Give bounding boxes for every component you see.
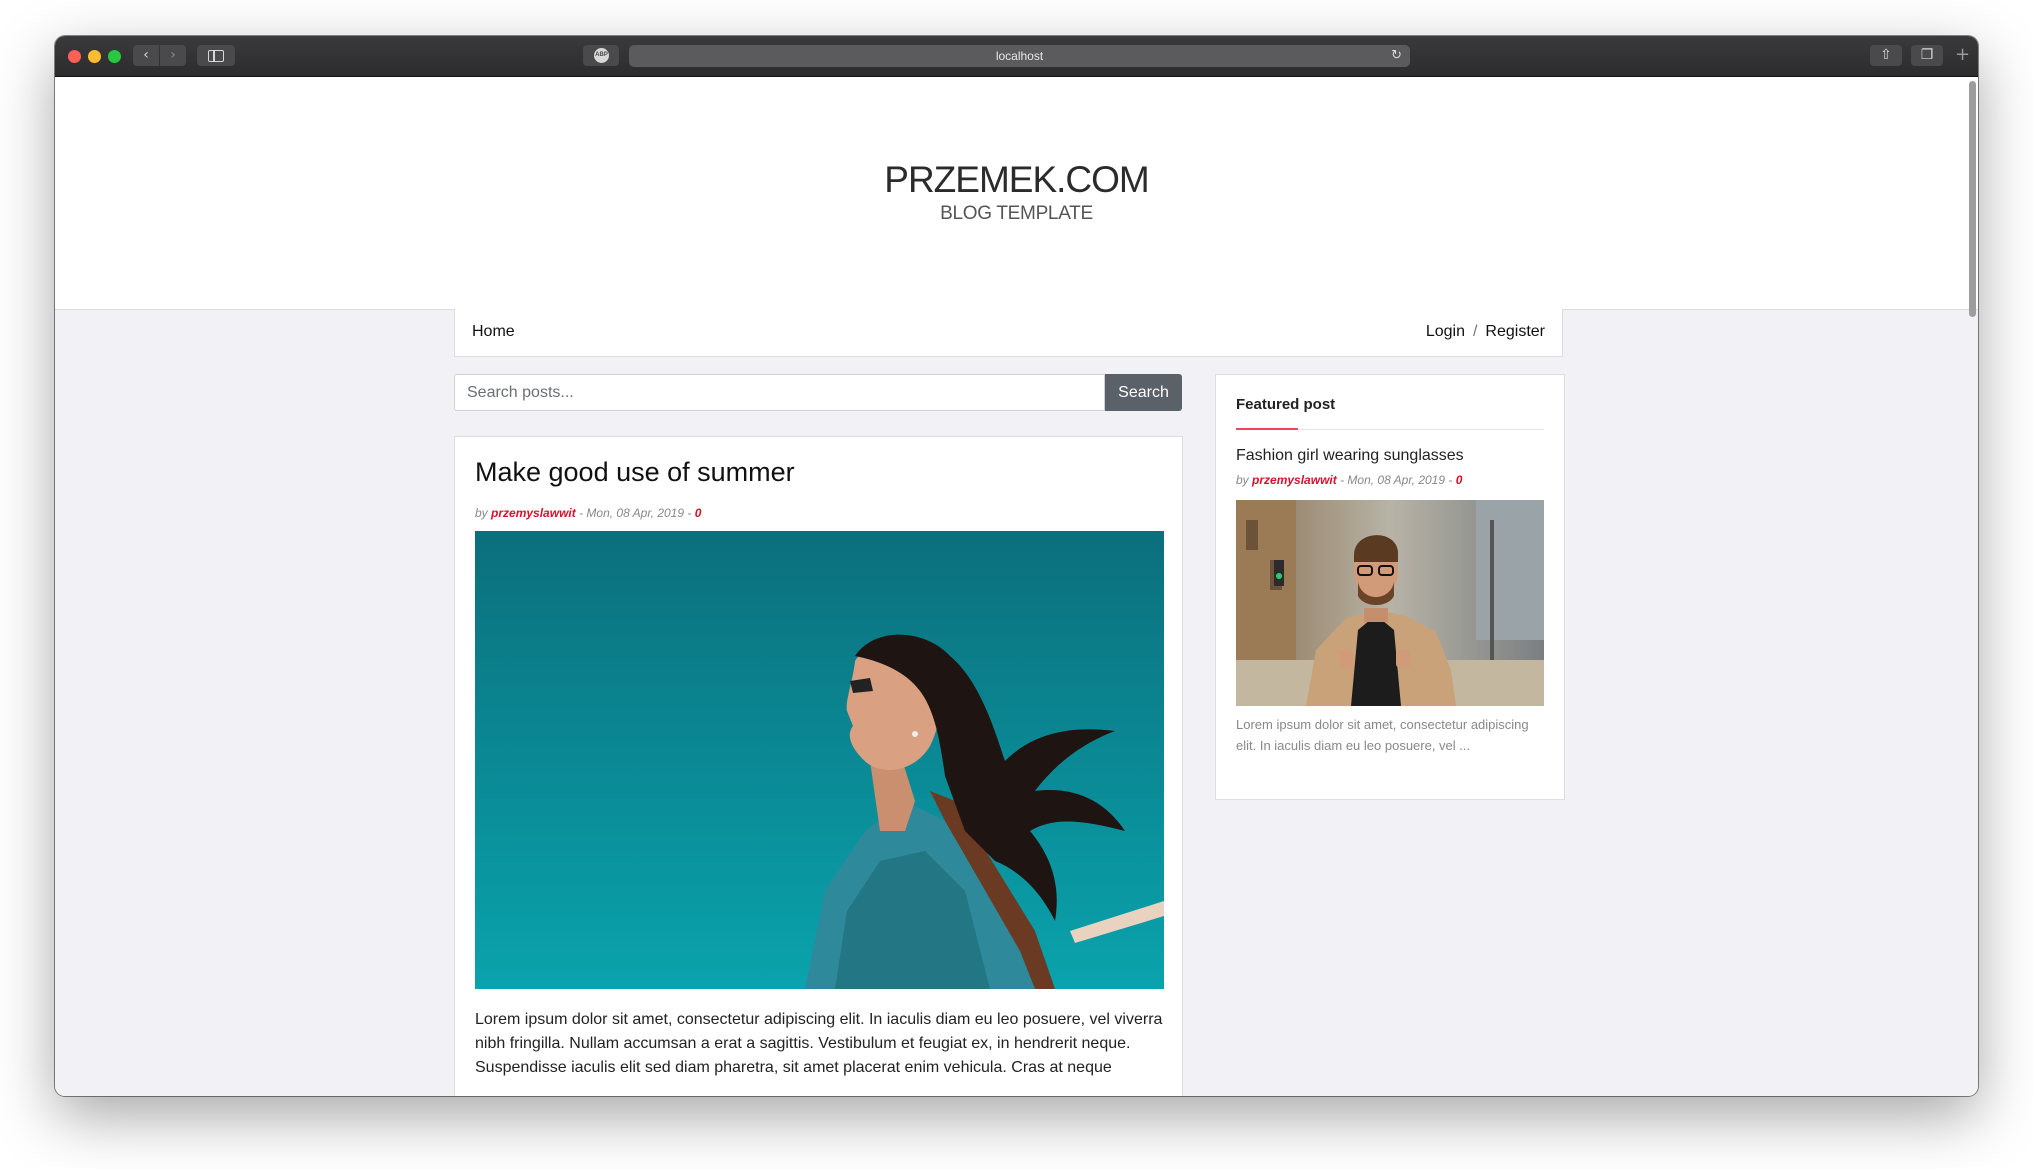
post-title[interactable]: Make good use of summer [475, 457, 795, 488]
post-card: Make good use of summer by przemyslawwit… [454, 436, 1183, 1096]
tabs-icon: ❐ [1920, 47, 1934, 63]
sidebar-toggle-button[interactable] [197, 45, 235, 66]
search-button[interactable]: Search [1105, 374, 1182, 411]
site-title[interactable]: PRZEMEK.COM [55, 159, 1978, 201]
browser-window: ‹ › ABP localhost ↻ ⇧ ❐ + PRZEMEK.COM BL… [55, 36, 1978, 1096]
chevron-right-icon: › [170, 47, 176, 63]
post-meta: by przemyslawwit - Mon, 08 Apr, 2019 - 0 [475, 506, 701, 520]
adblock-extension-button[interactable]: ABP [583, 45, 619, 66]
post-excerpt: Lorem ipsum dolor sit amet, consectetur … [475, 1011, 1163, 1076]
featured-author-link[interactable]: przemyslawwit [1252, 473, 1337, 487]
post-author-link[interactable]: przemyslawwit [491, 506, 576, 520]
featured-post-image-man[interactable] [1236, 500, 1544, 706]
back-button[interactable]: ‹ [133, 45, 159, 66]
featured-divider-accent [1236, 428, 1298, 430]
nav-separator: / [1472, 323, 1478, 340]
search-input[interactable] [454, 374, 1105, 411]
page-viewport: PRZEMEK.COM BLOG TEMPLATE Home Login / Reg… [55, 77, 1978, 1096]
adblock-icon: ABP [594, 48, 609, 63]
nav-auth: Login / Register [1426, 323, 1545, 341]
tab-overview-button[interactable]: ❐ [1911, 45, 1943, 66]
post-comment-count[interactable]: 0 [695, 506, 702, 520]
share-icon: ⇧ [1880, 47, 1892, 63]
featured-date: - Mon, 08 Apr, 2019 - [1340, 473, 1453, 487]
site-header: PRZEMEK.COM BLOG TEMPLATE [55, 77, 1978, 310]
featured-post-card: Featured post Fashion girl wearing sungl… [1215, 374, 1565, 800]
post-by: by [475, 506, 488, 520]
forward-button[interactable]: › [160, 45, 186, 66]
featured-heading: Featured post [1236, 396, 1336, 413]
address-bar[interactable]: localhost ↻ [629, 45, 1410, 67]
new-tab-icon[interactable]: + [1955, 44, 1970, 65]
nav-login-link[interactable]: Login [1426, 323, 1465, 340]
featured-by: by [1236, 473, 1249, 487]
post-date: - Mon, 08 Apr, 2019 - [579, 506, 692, 520]
maximize-window-button[interactable] [108, 50, 121, 63]
browser-titlebar: ‹ › ABP localhost ↻ ⇧ ❐ + [55, 36, 1978, 77]
page-scrollbar[interactable] [1969, 81, 1976, 317]
featured-post-meta: by przemyslawwit - Mon, 08 Apr, 2019 - 0 [1236, 473, 1462, 487]
nav-register-link[interactable]: Register [1485, 323, 1545, 340]
featured-post-excerpt: Lorem ipsum dolor sit amet, consectetur … [1236, 717, 1529, 753]
chevron-left-icon: ‹ [143, 47, 149, 63]
share-button[interactable]: ⇧ [1870, 45, 1902, 66]
nav-home-link[interactable]: Home [472, 323, 515, 341]
minimize-window-button[interactable] [88, 50, 101, 63]
featured-comment-count[interactable]: 0 [1456, 473, 1463, 487]
featured-post-title[interactable]: Fashion girl wearing sunglasses [1236, 447, 1464, 465]
main-navbar: Home Login / Register [454, 309, 1563, 357]
address-text: localhost [995, 49, 1044, 63]
post-image-woman[interactable] [475, 531, 1164, 989]
reload-icon[interactable]: ↻ [1391, 45, 1402, 67]
close-window-button[interactable] [68, 50, 81, 63]
sidebar-icon [208, 50, 224, 62]
site-subtitle: BLOG TEMPLATE [940, 203, 1093, 224]
